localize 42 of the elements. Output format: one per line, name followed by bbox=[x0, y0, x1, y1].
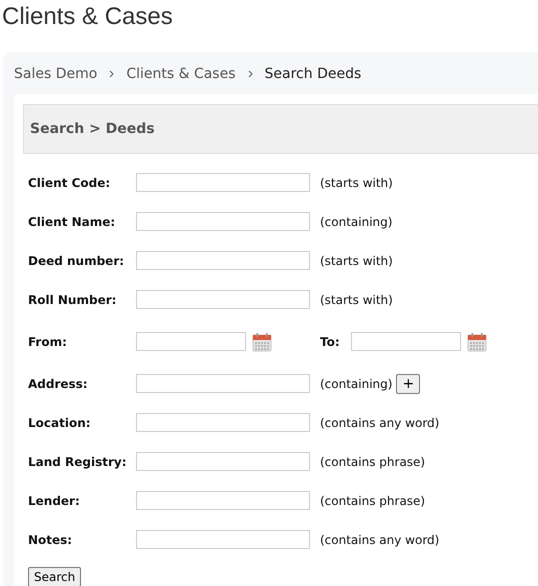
chevron-icon bbox=[109, 70, 114, 78]
field-label: Lender: bbox=[28, 494, 81, 508]
field-label: Client Code: bbox=[28, 176, 112, 190]
field-hint: (containing) bbox=[320, 214, 392, 228]
field-hint: (starts with) bbox=[320, 254, 393, 268]
input-field[interactable] bbox=[136, 251, 310, 270]
input-field[interactable] bbox=[136, 173, 310, 192]
field-hint: (contains any word) bbox=[320, 416, 440, 430]
breadcrumb-link[interactable]: Clients & Cases bbox=[126, 66, 236, 82]
field-label: Location: bbox=[28, 416, 92, 430]
date-field[interactable] bbox=[136, 332, 246, 351]
field-hint: (contains any word) bbox=[320, 532, 440, 546]
field-label: Land Registry: bbox=[28, 454, 128, 468]
input-field[interactable] bbox=[136, 491, 310, 510]
breadcrumb-current: Search Deeds bbox=[264, 66, 362, 82]
field-label: Roll Number: bbox=[28, 292, 118, 306]
section-header: Search > Deeds bbox=[23, 104, 538, 154]
field-label: Address: bbox=[28, 376, 89, 390]
calendar-icon[interactable] bbox=[467, 332, 487, 352]
input-field[interactable] bbox=[136, 413, 310, 432]
field-hint: (containing) bbox=[320, 376, 392, 390]
input-field[interactable] bbox=[136, 530, 310, 549]
input-field[interactable] bbox=[136, 290, 310, 309]
field-hint: (contains phrase) bbox=[320, 454, 426, 468]
input-field[interactable] bbox=[136, 452, 310, 471]
page-title: Clients & Cases bbox=[1, 2, 174, 32]
chevron-icon bbox=[248, 70, 253, 78]
field-label: Client Name: bbox=[28, 214, 116, 228]
add-button[interactable]: + bbox=[396, 374, 420, 394]
input-field[interactable] bbox=[136, 212, 310, 231]
calendar-icon[interactable] bbox=[252, 332, 272, 352]
field-hint: (contains phrase) bbox=[320, 494, 426, 508]
input-field[interactable] bbox=[136, 374, 310, 393]
search-button[interactable]: Search bbox=[28, 567, 82, 586]
date-field[interactable] bbox=[351, 332, 461, 351]
field-label: To: bbox=[320, 334, 341, 348]
field-label: From: bbox=[28, 334, 68, 348]
field-hint: (starts with) bbox=[320, 176, 393, 190]
field-hint: (starts with) bbox=[320, 292, 393, 306]
field-label: Notes: bbox=[28, 532, 74, 546]
breadcrumb-link[interactable]: Sales Demo bbox=[14, 66, 98, 82]
field-label: Deed number: bbox=[28, 254, 126, 268]
